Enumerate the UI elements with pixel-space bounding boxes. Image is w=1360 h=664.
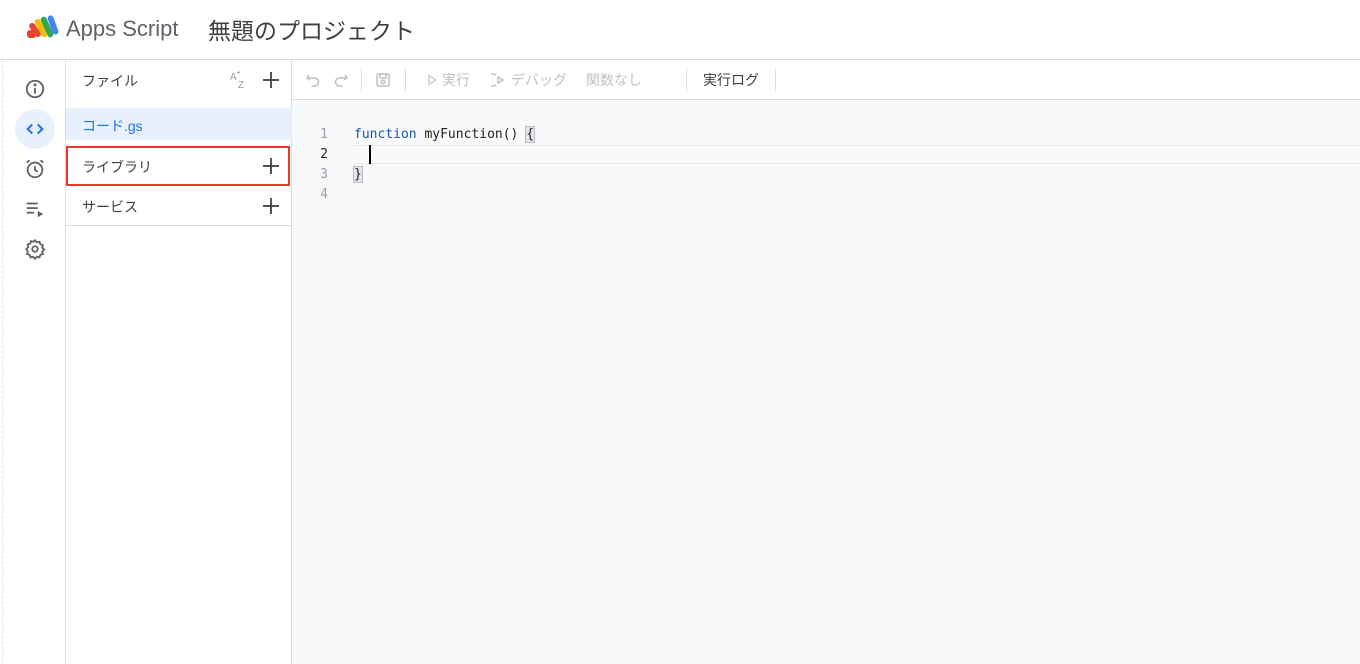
save-icon [376, 73, 390, 87]
apps-script-logo[interactable] [26, 14, 60, 40]
debug-icon [491, 73, 505, 87]
execution-log-label: 実行ログ [703, 72, 759, 88]
toolbar-divider [405, 69, 406, 91]
files-header: ファイル A Z [66, 60, 292, 100]
line-number: 3 [320, 167, 328, 182]
save-button[interactable] [375, 70, 391, 90]
line-number: 2 [320, 147, 328, 162]
editor-toolbar: 実行 デバッグ 関数なし 実行ログ [292, 60, 1360, 100]
executions-button[interactable] [15, 189, 55, 229]
code-keyword: function [354, 127, 417, 142]
alarm-icon [26, 159, 44, 179]
left-nav-rail [0, 60, 66, 664]
sort-az-icon[interactable]: A Z [228, 69, 250, 91]
run-label: 実行 [442, 72, 470, 88]
executions-icon [26, 202, 44, 218]
line-number: 1 [320, 127, 328, 142]
plus-icon [263, 198, 279, 214]
libraries-label: ライブラリ [82, 159, 152, 175]
code-editor[interactable]: 1 2 3 4 function myFunction() { } [292, 100, 1360, 664]
redo-icon [334, 74, 349, 87]
text-caret [369, 145, 371, 164]
code-line-1: function myFunction() { [354, 126, 536, 143]
toolbar-divider [686, 69, 687, 91]
services-section[interactable]: サービス [66, 186, 292, 226]
overview-button[interactable] [15, 69, 55, 109]
file-item-code-gs[interactable]: コード.gs [66, 108, 292, 140]
code-icon [26, 123, 44, 135]
execution-log-button[interactable]: 実行ログ [703, 70, 759, 90]
settings-button[interactable] [15, 229, 55, 269]
services-label: サービス [82, 199, 138, 215]
debug-label: デバッグ [511, 72, 567, 88]
matched-brace: { [525, 126, 536, 143]
files-panel: ファイル A Z コード.gs ライブラリ サービス [66, 60, 292, 664]
debug-button[interactable]: デバッグ [491, 70, 567, 90]
current-line-highlight [354, 145, 1360, 164]
run-button[interactable]: 実行 [426, 70, 470, 90]
file-item-label: コード.gs [82, 118, 143, 134]
add-library-button[interactable] [260, 155, 282, 177]
triggers-button[interactable] [15, 149, 55, 189]
plus-icon [263, 158, 279, 174]
undo-icon [305, 74, 320, 87]
matched-brace: } [353, 166, 363, 183]
line-number: 4 [320, 187, 328, 202]
libraries-section[interactable]: ライブラリ [66, 146, 290, 186]
toolbar-divider [775, 69, 776, 91]
svg-text:A: A [230, 72, 237, 83]
add-file-button[interactable] [260, 69, 282, 91]
undo-button[interactable] [305, 70, 321, 90]
function-select[interactable]: 関数なし [586, 70, 642, 90]
play-icon [428, 74, 437, 86]
function-select-value: 関数なし [586, 72, 642, 88]
toolbar-divider [361, 69, 362, 91]
code-line-3: } [353, 166, 363, 183]
code-text: myFunction() [416, 127, 527, 142]
redo-button[interactable] [333, 70, 349, 90]
svg-text:Z: Z [238, 80, 244, 91]
app-name[interactable]: Apps Script [66, 16, 179, 42]
editor-button[interactable] [15, 109, 55, 149]
gear-icon [25, 238, 46, 260]
files-title: ファイル [82, 73, 138, 89]
add-service-button[interactable] [260, 195, 282, 217]
info-icon [25, 79, 45, 99]
project-title[interactable]: 無題のプロジェクト [208, 12, 415, 46]
plus-icon [263, 72, 279, 88]
app-header: Apps Script 無題のプロジェクト [0, 0, 1360, 60]
